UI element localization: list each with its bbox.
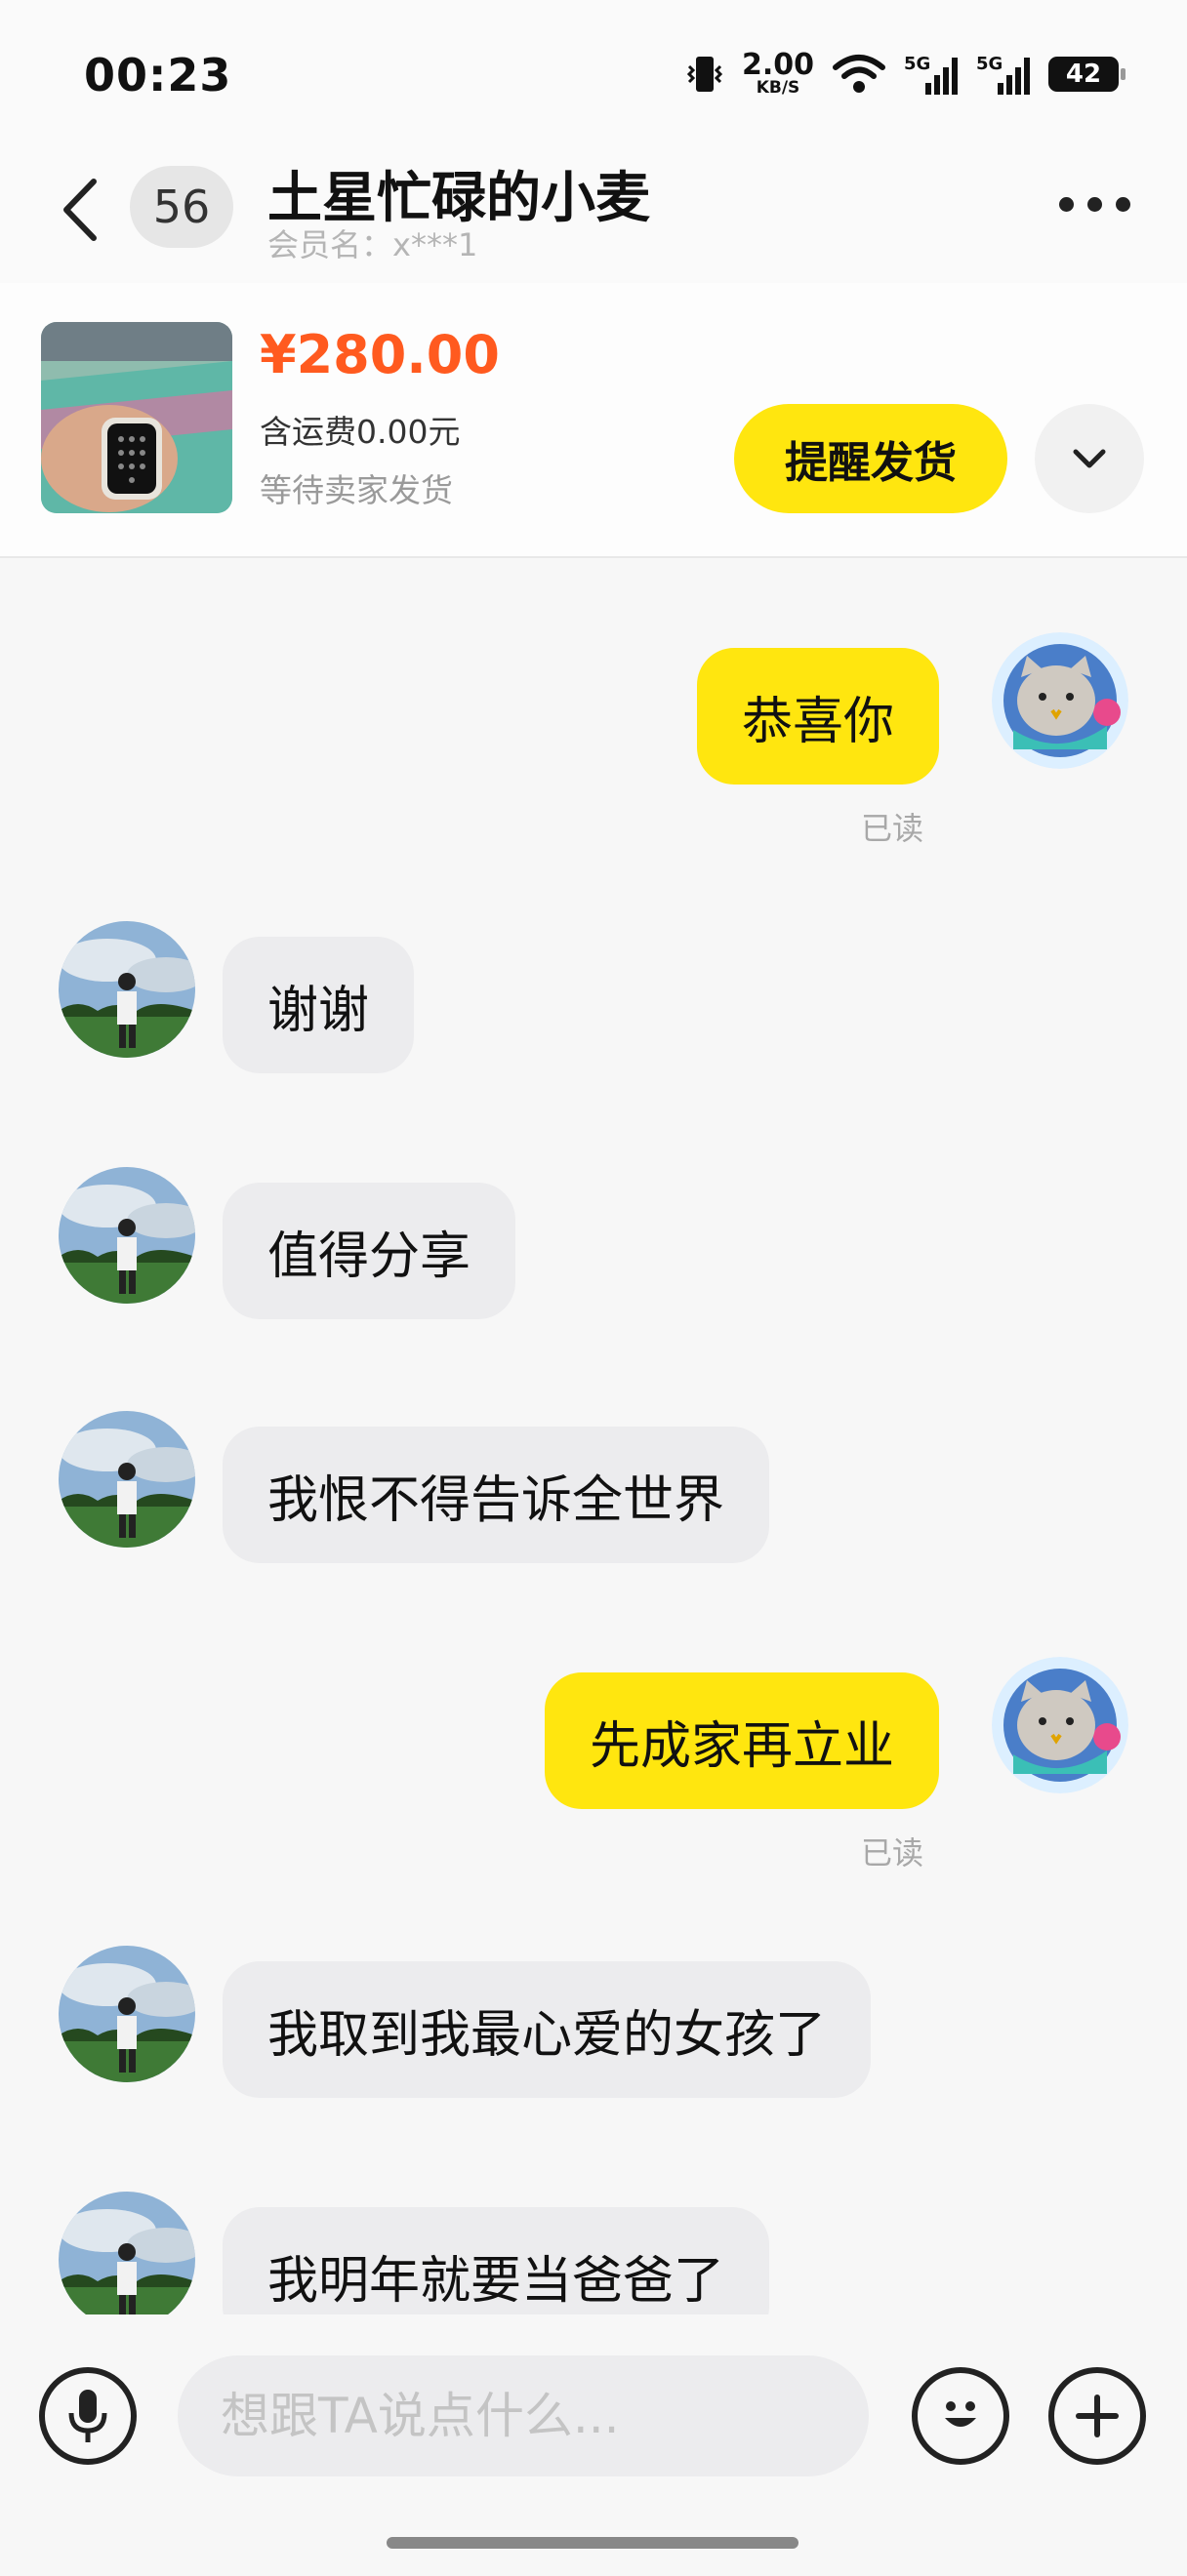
unread-count-badge[interactable]: 56	[130, 166, 233, 248]
order-card[interactable]: ¥280.00 含运费0.00元 等待卖家发货 提醒发货	[0, 283, 1187, 558]
message-bubble-received[interactable]: 我明年就要当爸爸了	[223, 2207, 770, 2314]
message-input-field[interactable]	[178, 2355, 869, 2476]
net-speed: 2.00 KB/S	[742, 51, 814, 97]
emoji-icon	[945, 2401, 976, 2427]
net-speed-value: 2.00	[741, 48, 814, 82]
microphone-icon	[68, 2390, 107, 2442]
product-thumbnail[interactable]	[41, 322, 232, 513]
order-status: 等待卖家发货	[260, 471, 453, 509]
signal-label-2: 5G	[976, 54, 1003, 74]
message-bubble-received[interactable]: 值得分享	[223, 1183, 516, 1319]
wifi-icon	[833, 54, 885, 93]
signal-icon-2: 5G	[976, 54, 1030, 95]
status-bar: 00:23 2.00 KB/S 5G 5G 42	[0, 0, 1187, 137]
contact-avatar[interactable]	[59, 1946, 195, 2082]
vibrate-icon	[686, 56, 723, 92]
chat-header: 56 土星忙碌的小麦 会员名：x***1	[0, 137, 1187, 283]
contact-avatar[interactable]	[59, 1167, 195, 1304]
more-options-icon[interactable]	[1059, 197, 1130, 212]
status-icons: 2.00 KB/S 5G 5G 42	[685, 51, 1126, 97]
net-speed-unit: KB/S	[756, 78, 800, 98]
my-avatar[interactable]	[992, 1657, 1128, 1793]
chevron-down-icon	[1073, 449, 1106, 468]
voice-input-button[interactable]	[39, 2367, 137, 2465]
signal-icon-1: 5G	[904, 54, 958, 95]
order-price: ¥280.00	[260, 324, 500, 385]
message-bubble-received[interactable]: 谢谢	[223, 937, 415, 1073]
message-bubble-sent[interactable]: 恭喜你	[696, 648, 939, 785]
member-name: 会员名：x***1	[267, 226, 478, 263]
shipping-fee: 含运费0.00元	[260, 413, 461, 451]
home-indicator[interactable]	[387, 2537, 798, 2549]
contact-avatar[interactable]	[59, 2192, 195, 2314]
plus-icon	[1076, 2395, 1119, 2437]
status-time: 00:23	[84, 49, 232, 101]
expand-order-button[interactable]	[1035, 404, 1144, 513]
message-bubble-received[interactable]: 我取到我最心爱的女孩了	[223, 1961, 872, 2098]
back-icon[interactable]	[57, 176, 105, 244]
contact-avatar[interactable]	[59, 1411, 195, 1548]
battery-icon: 42	[1048, 56, 1126, 92]
emoji-button[interactable]	[912, 2367, 1009, 2465]
message-bubble-sent[interactable]: 先成家再立业	[544, 1672, 939, 1809]
add-more-button[interactable]	[1048, 2367, 1146, 2465]
read-receipt: 已读	[860, 1834, 923, 1872]
contact-avatar[interactable]	[59, 921, 195, 1058]
chat-messages[interactable]: 恭喜你 已读 谢谢 值得分享 我恨不得告诉全世界 先成家再立业 已读 我取到我最…	[0, 558, 1187, 2314]
read-receipt: 已读	[860, 810, 923, 847]
my-avatar[interactable]	[992, 632, 1128, 769]
remind-shipping-button[interactable]: 提醒发货	[734, 404, 1007, 513]
message-bubble-received[interactable]: 我恨不得告诉全世界	[223, 1427, 770, 1563]
signal-label-1: 5G	[904, 54, 930, 74]
message-input[interactable]	[178, 2355, 869, 2476]
